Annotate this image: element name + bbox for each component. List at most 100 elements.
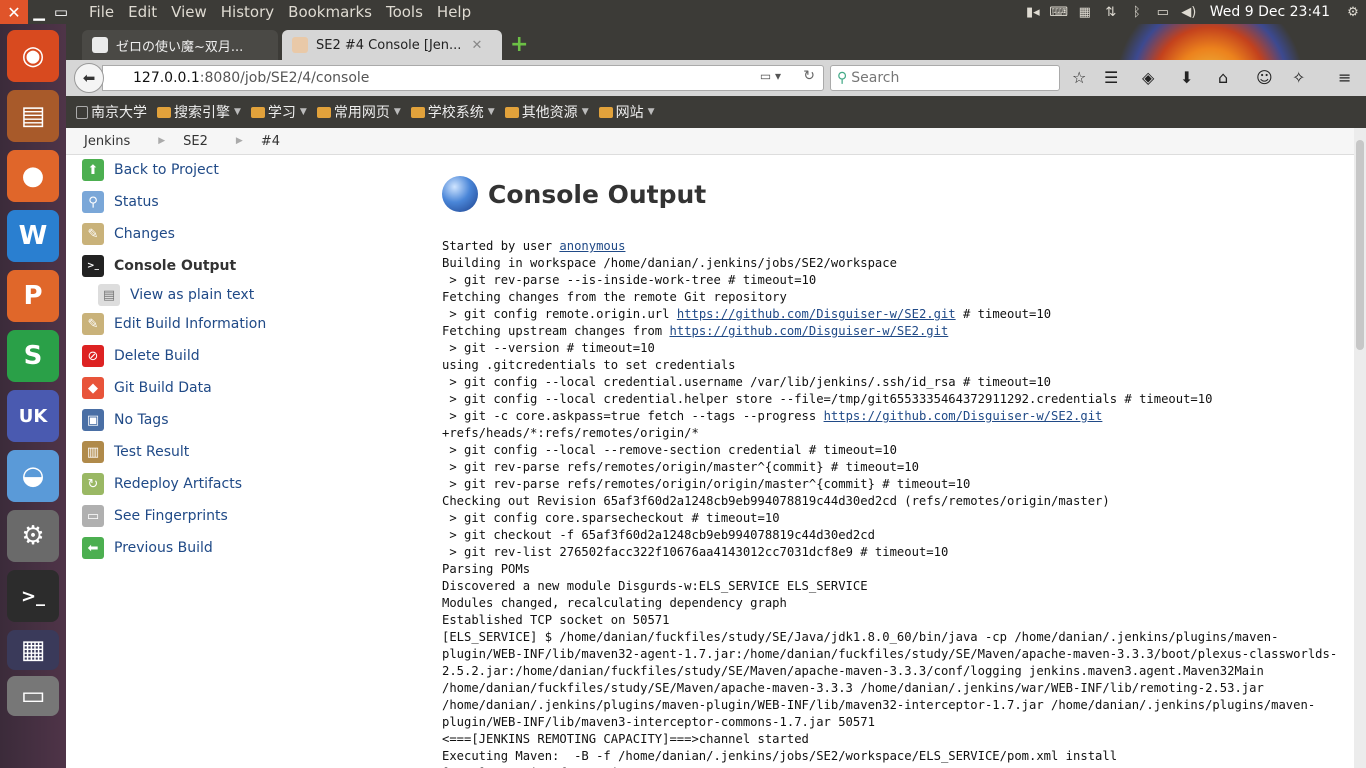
menu-history[interactable]: History [221, 3, 274, 21]
search-placeholder: Search [851, 70, 900, 86]
task-back-to-project[interactable]: ⬆ Back to Project [82, 154, 412, 186]
console-link[interactable]: https://github.com/Disguiser-w/SE2.git [824, 409, 1103, 423]
bookmark-1[interactable]: 搜索引擎 ▼ [157, 102, 241, 122]
files-icon[interactable]: ▤ [7, 90, 59, 142]
menu-edit[interactable]: Edit [128, 3, 157, 21]
url-bar[interactable]: 127.0.0.1:8080/job/SE2/4/console ▭ ▾ ↻ [102, 65, 824, 91]
task-label: Console Output [114, 258, 237, 274]
console-line: > git checkout -f 65af3f60d2a1248cb9eb99… [442, 528, 875, 542]
breadcrumb-se2[interactable]: SE2 [183, 134, 208, 149]
menu-bookmarks[interactable]: Bookmarks [288, 3, 372, 21]
menu-file[interactable]: File [89, 3, 114, 21]
search-bar[interactable]: ⚲ Search [830, 65, 1060, 91]
reload-icon[interactable]: ↻ [803, 68, 815, 84]
console-line: > git -c core.askpass=true fetch --tags … [442, 409, 1110, 440]
tab-close-icon[interactable]: ✕ [471, 38, 482, 53]
breadcrumb-build-4[interactable]: #4 [261, 134, 280, 149]
window-maximize-button[interactable]: ▭ [50, 0, 72, 24]
breadcrumb-jenkins[interactable]: Jenkins [84, 134, 130, 149]
pocket-icon[interactable]: ◈ [1142, 68, 1154, 87]
wps-presentation-icon[interactable]: P [7, 270, 59, 322]
task-delete-build[interactable]: ⊘ Delete Build [82, 340, 412, 372]
bookmarks-list-icon[interactable]: ☰ [1104, 68, 1118, 87]
console-link[interactable]: anonymous [559, 239, 625, 253]
wps-spreadsheet-icon[interactable]: S [7, 330, 59, 382]
page-scrollbar[interactable] [1354, 128, 1366, 768]
task-console-output[interactable]: >_ Console Output [82, 250, 412, 282]
console-link[interactable]: https://github.com/Disguiser-w/SE2.git [677, 307, 956, 321]
power-gear-icon[interactable]: ⚙ [1340, 0, 1366, 24]
task-git-build-data[interactable]: ◆ Git Build Data [82, 372, 412, 404]
breadcrumb-separator-icon[interactable]: ▶ [236, 136, 243, 146]
search-engine-icon[interactable]: ⚲ [837, 70, 847, 86]
chevron-down-icon: ▼ [487, 107, 495, 117]
task-edit-build-information[interactable]: ✎ Edit Build Information [82, 308, 412, 340]
firefox-icon[interactable]: ● [7, 150, 59, 202]
task-no-tags[interactable]: ▣ No Tags [82, 404, 412, 436]
trash-icon[interactable]: ▭ [7, 676, 59, 716]
folder-icon [598, 106, 613, 118]
new-tab-button[interactable]: + [510, 32, 528, 57]
task-see-fingerprints[interactable]: ▭ See Fingerprints [82, 500, 412, 532]
tab-console-output[interactable]: SE2 #4 Console [Jen... ✕ [282, 30, 502, 60]
home-icon[interactable]: ⌂ [1218, 68, 1228, 87]
breadcrumb: Jenkins ▶ SE2 ▶ #4 [66, 128, 1354, 155]
menu-view[interactable]: View [171, 3, 207, 21]
bookmark-4[interactable]: 学校系统 ▼ [410, 102, 495, 122]
bookmark-6[interactable]: 网站 ▼ [598, 102, 655, 122]
console-line: Discovered a new module Disgurds-w:ELS_S… [442, 579, 868, 593]
folder-icon [504, 106, 519, 118]
bookmark-star-icon[interactable]: ☆ [1072, 68, 1086, 87]
url-text: 127.0.0.1:8080/job/SE2/4/console [133, 70, 369, 86]
bookmark-3[interactable]: 常用网页 ▼ [316, 102, 401, 122]
volume-icon[interactable]: ◀) [1176, 0, 1202, 24]
bluetooth-icon[interactable]: ᛒ [1124, 0, 1150, 24]
update-icon[interactable]: ◒ [7, 450, 59, 502]
console-line: Fetching changes from the remote Git rep… [442, 290, 787, 304]
breadcrumb-separator-icon[interactable]: ▶ [158, 136, 165, 146]
wps-writer-icon[interactable]: W [7, 210, 59, 262]
clock[interactable]: Wed 9 Dec 23:41 [1210, 4, 1330, 20]
hello-chat-icon[interactable]: ☺ [1256, 68, 1273, 87]
console-link[interactable]: https://github.com/Disguiser-w/SE2.git [669, 324, 948, 338]
back-button[interactable]: ⬅ [74, 63, 104, 93]
download-icon[interactable]: ⬇ [1180, 68, 1193, 87]
window-close-button[interactable]: ✕ [0, 0, 28, 24]
workspace-icon[interactable]: ▦ [7, 630, 59, 670]
software-center-icon[interactable]: UK [7, 390, 59, 442]
addon-icon[interactable]: ✧ [1292, 68, 1305, 87]
bookmark-0[interactable]: 南京大学 [76, 102, 147, 122]
console-line: <===[JENKINS REMOTING CAPACITY]===>chann… [442, 732, 809, 746]
task-test-result[interactable]: ▥ Test Result [82, 436, 412, 468]
scrollbar-thumb[interactable] [1356, 140, 1364, 350]
ubuntu-dash-icon[interactable]: ◉ [7, 30, 59, 82]
task-changes[interactable]: ✎ Changes [82, 218, 412, 250]
chevron-down-icon: ▼ [393, 107, 401, 117]
input-method-icon[interactable]: ▮◂ [1020, 0, 1046, 24]
keyboard-icon[interactable]: ⌨ [1046, 0, 1072, 24]
task-label: Delete Build [114, 348, 200, 364]
terminal-icon[interactable]: >_ [7, 570, 59, 622]
calendar-icon[interactable]: ▦ [1072, 0, 1098, 24]
task-label: Previous Build [114, 540, 213, 556]
console-line: Established TCP socket on 50571 [442, 613, 670, 627]
bookmark-label: 学习 [267, 105, 296, 121]
console-line: Checking out Revision 65af3f60d2a1248cb9… [442, 494, 1110, 508]
battery-icon[interactable]: ▭ [1150, 0, 1176, 24]
network-icon[interactable]: ⇅ [1098, 0, 1124, 24]
settings-icon[interactable]: ⚙ [7, 510, 59, 562]
task-label: Back to Project [114, 162, 219, 178]
hamburger-menu-icon[interactable]: ≡ [1338, 68, 1351, 87]
window-minimize-button[interactable]: ▁ [28, 0, 50, 24]
tab-zero-no-tsukaima[interactable]: ゼロの使い魔~双月... [82, 30, 278, 60]
task-previous-build[interactable]: ⬅ Previous Build [82, 532, 412, 564]
menu-tools[interactable]: Tools [386, 3, 423, 21]
chevron-down-icon: ▼ [647, 107, 655, 117]
task-view-as-plain-text[interactable]: ▤ View as plain text [82, 282, 412, 308]
menu-help[interactable]: Help [437, 3, 471, 21]
task-status[interactable]: ⚲ Status [82, 186, 412, 218]
reader-view-icon[interactable]: ▭ ▾ [760, 69, 781, 83]
bookmark-5[interactable]: 其他资源 ▼ [504, 102, 589, 122]
bookmark-2[interactable]: 学习 ▼ [250, 102, 307, 122]
task-redeploy-artifacts[interactable]: ↻ Redeploy Artifacts [82, 468, 412, 500]
